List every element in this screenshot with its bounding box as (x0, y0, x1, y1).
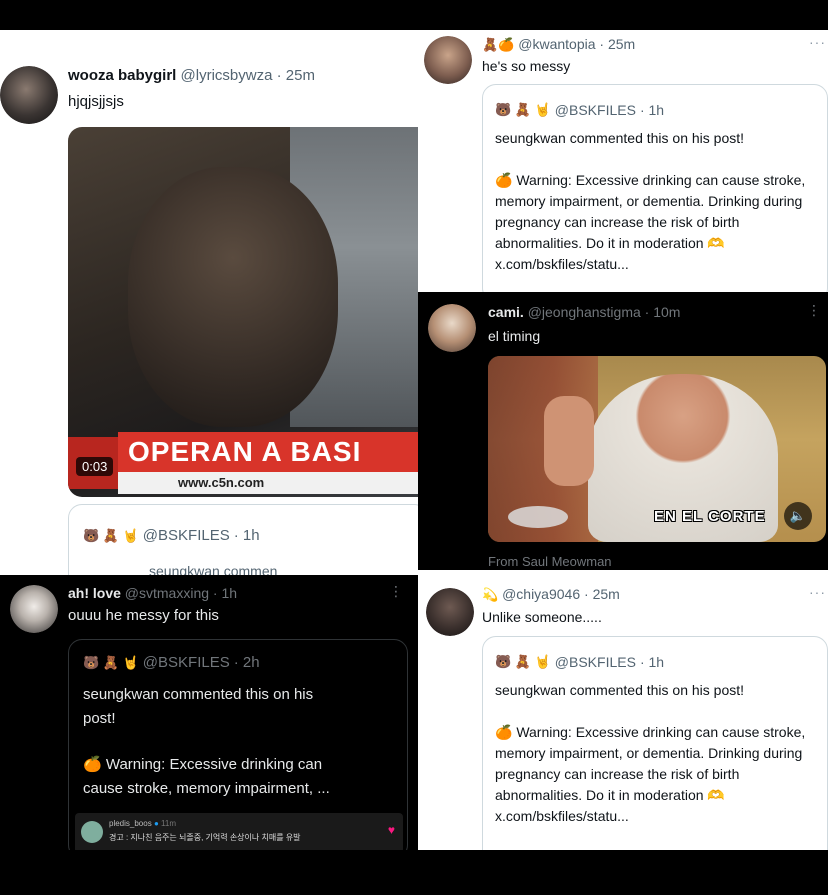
embedded-header: pledis_boos ● 11m (109, 819, 176, 828)
tweet-bottom-right: 💫 @chiya9046 · 25m ··· Unlike someone...… (418, 570, 828, 850)
avatar[interactable] (0, 66, 58, 124)
quote-intro: seungkwan commented this on his post! (495, 682, 745, 698)
news-site-bar: www.c5n.com (118, 472, 418, 494)
quote-tweet[interactable]: 🐻 🧸 🤘 @BSKFILES · 1h seungkwan commented… (482, 636, 828, 850)
quote-handle[interactable]: @BSKFILES (143, 654, 230, 672)
display-name[interactable]: wooza babygirl (68, 67, 176, 84)
quote-timestamp: · 1h (639, 102, 665, 118)
profile-emoji: 🐻 🧸 🤘 (83, 655, 139, 670)
video-duration: 0:03 (76, 457, 114, 476)
user-handle[interactable]: @svtmaxxing (125, 585, 209, 601)
timestamp[interactable]: · 25m (584, 586, 620, 602)
display-name-emoji[interactable]: 💫 (482, 587, 498, 602)
profile-emoji: 🐻 🧸 🤘 (83, 528, 139, 543)
embedded-avatar (81, 821, 103, 843)
more-icon[interactable]: ⋮ (807, 302, 822, 319)
news-caption: OPERAN A BASI (118, 432, 418, 472)
more-icon[interactable]: ··· (809, 584, 826, 600)
tweet-top-left: wooza babygirl @lyricsbywza · 25m hjqjsj… (0, 30, 418, 575)
quote-body: 🍊 Warning: Excessive drinking can cause … (495, 172, 806, 272)
quote-timestamp: · 1h (233, 527, 260, 544)
timestamp[interactable]: · 25m (599, 36, 635, 52)
video-caption: EN EL CORTE (654, 508, 766, 525)
user-handle[interactable]: @chiya9046 (502, 586, 580, 602)
more-icon[interactable]: ⋮ (389, 583, 404, 600)
quote-tweet[interactable]: 🐻 🧸 🤘 @BSKFILES · 1h seungkwan commented… (482, 84, 828, 292)
embedded-time: 11m (161, 819, 176, 828)
verified-icon: ● (153, 819, 159, 828)
video-source[interactable]: From Saul Meowman (488, 554, 612, 568)
quote-timestamp: · 2h (233, 654, 260, 671)
video-figure (128, 167, 338, 427)
display-name-emoji[interactable]: 🧸🍊 (482, 37, 514, 52)
profile-emoji: 🐻 🧸 🤘 (495, 654, 551, 669)
quote-header: 🐻 🧸 🤘 @BSKFILES · 1h (83, 527, 260, 545)
quote-handle[interactable]: @BSKFILES (555, 653, 636, 671)
avatar[interactable] (426, 588, 474, 636)
video-thumb-arm (544, 396, 594, 486)
news-site-text: www.c5n.com (178, 475, 265, 490)
avatar[interactable] (428, 304, 476, 352)
tweet-bottom-left: ah! love @svtmaxxing · 1h ⋮ ouuu he mess… (0, 575, 418, 850)
avatar[interactable] (424, 36, 472, 84)
quote-handle[interactable]: @BSKFILES (555, 101, 636, 119)
quote-handle[interactable]: @BSKFILES (143, 527, 230, 545)
quote-intro-line1: seungkwan commented this on his (83, 686, 314, 703)
speaker-icon[interactable]: 🔈 (784, 502, 812, 530)
tweet-text: ouuu he messy for this (68, 607, 219, 624)
quote-tweet[interactable]: 🐻 🧸 🤘 @BSKFILES · 1h seungkwan commen (68, 504, 418, 575)
display-name[interactable]: cami. (488, 304, 524, 320)
user-handle[interactable]: @jeonghanstigma (528, 304, 641, 320)
channel-logo (508, 506, 568, 528)
quote-header: 🐻 🧸 🤘 @BSKFILES · 2h (83, 654, 260, 672)
tweet-text: hjqjsjjsjs (68, 93, 124, 110)
heart-icon[interactable]: ♥ (388, 823, 395, 837)
quote-body: 🍊 Warning: Excessive drinking can cause … (495, 724, 806, 824)
timestamp[interactable]: · 1h (213, 585, 237, 601)
quote-intro-line2: post! (83, 710, 116, 727)
quote-tweet[interactable]: 🐻 🧸 🤘 @BSKFILES · 2h seungkwan commented… (68, 639, 408, 850)
quote-preview-text: seungkwan commen (149, 561, 418, 575)
embedded-text: 경고 : 지나친 음주는 뇌졸중, 기억력 손상이나 치매를 유발 (109, 833, 301, 842)
display-name[interactable]: ah! love (68, 585, 121, 601)
quote-timestamp: · 1h (639, 654, 665, 670)
avatar[interactable] (10, 585, 58, 633)
more-icon[interactable]: ··· (809, 34, 826, 50)
tweet-middle-right: cami. @jeonghanstigma · 10m ⋮ el timing … (418, 292, 828, 568)
profile-emoji: 🐻 🧸 🤘 (495, 102, 551, 117)
embedded-post[interactable]: pledis_boos ● 11m 경고 : 지나친 음주는 뇌졸중, 기억력 … (75, 813, 403, 850)
embedded-user: pledis_boos (109, 819, 152, 828)
tweet-header: wooza babygirl @lyricsbywza · 25m (68, 66, 315, 86)
user-handle[interactable]: @lyricsbywza (181, 67, 273, 84)
tweet-header: ah! love @svtmaxxing · 1h (68, 583, 237, 603)
tweet-header: 🧸🍊 @kwantopia · 25m (482, 34, 635, 55)
tweet-text: Unlike someone..... (482, 609, 602, 625)
timestamp[interactable]: · 25m (277, 67, 315, 84)
quote-preview-span: seungkwan commen (149, 563, 278, 575)
news-caption-text: OPERAN A BASI (128, 436, 362, 467)
quote-body-line2: cause stroke, memory impairment, ... (83, 780, 330, 797)
timestamp[interactable]: · 10m (645, 304, 681, 320)
tweet-text: he's so messy (482, 58, 571, 74)
quote-header: 🐻 🧸 🤘 @BSKFILES · 1h (495, 653, 664, 671)
video-player[interactable]: OPERAN A BASI www.c5n.com 0:03 (68, 127, 418, 497)
quote-intro: seungkwan commented this on his post! (495, 130, 745, 146)
video-player[interactable]: EN EL CORTE 🔈 (488, 356, 826, 542)
quote-header: 🐻 🧸 🤘 @BSKFILES · 1h (495, 101, 664, 119)
user-handle[interactable]: @kwantopia (518, 36, 595, 52)
tweet-top-right: 🧸🍊 @kwantopia · 25m ··· he's so messy 🐻 … (418, 30, 828, 292)
tweet-header: 💫 @chiya9046 · 25m (482, 584, 620, 605)
tweet-text: el timing (488, 328, 541, 344)
quote-body-line1: 🍊 Warning: Excessive drinking can (83, 756, 323, 773)
tweet-header: cami. @jeonghanstigma · 10m (488, 302, 680, 322)
